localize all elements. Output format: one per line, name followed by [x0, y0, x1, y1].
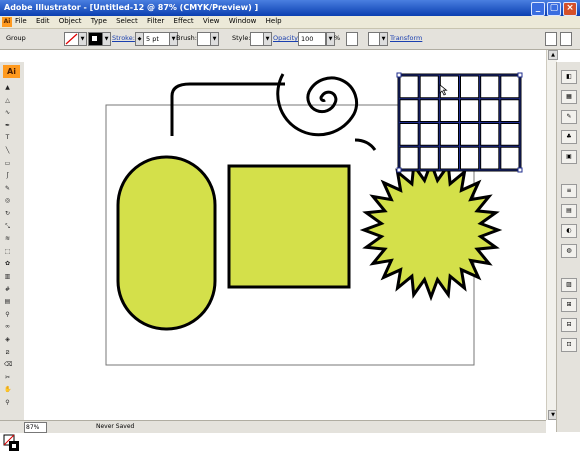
warp-tool-icon[interactable]: ≋	[4, 235, 11, 242]
menu-effect[interactable]: Effect	[174, 17, 194, 25]
hand-tool-icon[interactable]: ✋	[4, 386, 11, 393]
menu-view[interactable]: View	[203, 17, 220, 25]
appearance-panel-icon[interactable]: ◍	[561, 244, 577, 258]
transparency-panel-icon[interactable]: ◐	[561, 224, 577, 238]
line-tool-icon[interactable]: ╲	[4, 147, 11, 154]
square-shape[interactable]	[227, 164, 351, 289]
graphic-styles-panel-icon[interactable]: ▣	[561, 150, 577, 164]
stroke-dropdown-icon[interactable]: ▼	[102, 32, 111, 46]
align-icon[interactable]	[346, 32, 358, 46]
minimize-button[interactable]: _	[531, 2, 545, 16]
opacity-percent: %	[334, 34, 341, 42]
menu-select[interactable]: Select	[116, 17, 138, 25]
lasso-tool-icon[interactable]: ∿	[4, 109, 11, 116]
app-icon[interactable]: Ai	[2, 17, 12, 27]
menu-help[interactable]: Help	[266, 17, 282, 25]
gradient-tool-icon[interactable]: ▤	[4, 298, 11, 305]
layers-panel-icon[interactable]: ▨	[561, 278, 577, 292]
stroke-swatch[interactable]	[88, 32, 103, 46]
fill-stroke-icon[interactable]	[3, 434, 20, 454]
rounded-rectangle-shape[interactable]	[116, 155, 217, 331]
color-panel-icon[interactable]: ◧	[561, 70, 577, 84]
slice-tool-icon[interactable]: ⧄	[4, 349, 11, 356]
gradient-panel-icon[interactable]: ▤	[561, 204, 577, 218]
swatches-panel-icon[interactable]: ▦	[561, 90, 577, 104]
selection-type-label: Group	[6, 34, 26, 42]
fill-dropdown-icon[interactable]: ▼	[78, 32, 87, 46]
scale-tool-icon[interactable]: ⤡	[4, 223, 11, 230]
eyedropper-tool-icon[interactable]: ⚲	[4, 311, 11, 318]
brush-dropdown-icon[interactable]: ▼	[210, 32, 219, 46]
control-panel-options-icon[interactable]	[545, 32, 557, 46]
menu-list: File Edit Object Type Select Filter Effe…	[15, 17, 289, 25]
brushes-panel-icon[interactable]: ✎	[561, 110, 577, 124]
stroke-swatch-inner	[92, 36, 97, 41]
live-paint-tool-icon[interactable]: ◈	[4, 336, 11, 343]
pencil-tool-icon[interactable]: ✎	[4, 185, 11, 192]
zoom-tool-icon[interactable]: ⚲	[4, 399, 11, 406]
free-transform-tool-icon[interactable]: ⬚	[4, 248, 11, 255]
tools-panel: Ai ▲ △ ∿ ✒ T ╲ ▭ ʃ ✎ ◎ ↻ ⤡ ≋ ⬚ ✿ ▥ # ▤ ⚲ ∞ ◈ ⧄ ⌫ ✂ ✋ ⚲	[0, 62, 25, 451]
style-dropdown-icon[interactable]: ▼	[263, 32, 272, 46]
rectangular-grid[interactable]	[397, 73, 522, 172]
control-panel-menu-icon[interactable]	[560, 32, 572, 46]
tools-ai-logo: Ai	[3, 65, 20, 78]
style-label: Style:	[232, 34, 251, 42]
blend-tool-icon[interactable]: ∞	[4, 323, 11, 330]
window-title: Adobe Illustrator - [Untitled-12 @ 87% (…	[4, 3, 259, 12]
brush-label: Brush:	[176, 34, 197, 42]
menu-edit[interactable]: Edit	[36, 17, 50, 25]
opacity-field[interactable]: 100	[298, 32, 326, 46]
title-bar: Adobe Illustrator - [Untitled-12 @ 87% (…	[0, 0, 580, 16]
control-bar: Group ▼ ▼ Stroke: ◆ 5 pt ▼ Brush: ▼ Styl…	[0, 29, 580, 50]
status-bar: 87% Never Saved	[0, 420, 546, 433]
fill-swatch[interactable]	[64, 32, 79, 46]
reference-point-dropdown-icon[interactable]: ▼	[379, 32, 388, 46]
selection-tool-icon[interactable]: ▲	[4, 84, 11, 91]
stroke-weight-field[interactable]: 5 pt	[143, 32, 171, 46]
scroll-up-icon[interactable]: ▲	[548, 50, 558, 60]
menu-file[interactable]: File	[15, 17, 27, 25]
zoom-field[interactable]: 87%	[24, 422, 47, 433]
menu-bar: Ai File Edit Object Type Select Filter E…	[0, 16, 580, 29]
star-shape[interactable]	[359, 158, 503, 302]
symbols-panel-icon[interactable]: ♣	[561, 130, 577, 144]
type-tool-icon[interactable]: T	[4, 134, 11, 141]
pen-tool-icon[interactable]: ✒	[4, 122, 11, 129]
menu-object[interactable]: Object	[59, 17, 82, 25]
symbol-tool-icon[interactable]: ✿	[4, 260, 11, 267]
artboard-canvas[interactable]	[24, 50, 546, 420]
maximize-button[interactable]: ▢	[547, 2, 561, 16]
opacity-link[interactable]: Opacity:	[273, 34, 300, 42]
transform-link[interactable]: Transform	[390, 34, 422, 42]
scissors-tool-icon[interactable]: ✂	[4, 374, 11, 381]
blob-tool-icon[interactable]: ◎	[4, 197, 11, 204]
eraser-tool-icon[interactable]: ⌫	[4, 361, 12, 368]
window-controls: _ ▢ ×	[529, 2, 577, 16]
menu-window[interactable]: Window	[229, 17, 257, 25]
save-status: Never Saved	[96, 423, 135, 430]
align-panel-icon[interactable]: ⊞	[561, 298, 577, 312]
rectangle-tool-icon[interactable]: ▭	[4, 160, 11, 167]
stroke-link[interactable]: Stroke:	[112, 34, 135, 42]
panel-dock: ◧ ▦ ✎ ♣ ▣ ≡ ▤ ◐ ◍ ▨ ⊞ ⊟ ⊡	[556, 62, 580, 432]
paintbrush-tool-icon[interactable]: ʃ	[4, 172, 11, 179]
menu-type[interactable]: Type	[91, 17, 107, 25]
stroke-panel-icon[interactable]: ≡	[561, 184, 577, 198]
menu-filter[interactable]: Filter	[147, 17, 164, 25]
brush-swatch[interactable]	[197, 32, 211, 46]
close-button[interactable]: ×	[563, 2, 577, 16]
rotate-tool-icon[interactable]: ↻	[4, 210, 11, 217]
graph-tool-icon[interactable]: ▥	[4, 273, 11, 280]
mesh-tool-icon[interactable]: #	[4, 286, 11, 293]
pathfinder-panel-icon[interactable]: ⊟	[561, 318, 577, 332]
direct-selection-tool-icon[interactable]: △	[4, 97, 11, 104]
navigator-panel-icon[interactable]: ⊡	[561, 338, 577, 352]
style-swatch[interactable]	[250, 32, 264, 46]
